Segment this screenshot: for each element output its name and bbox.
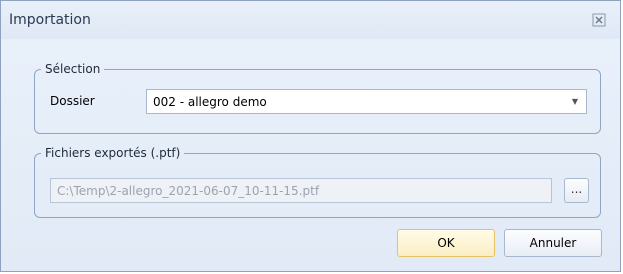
selection-legend: Sélection [45,62,101,76]
dialog-title: Importation [9,12,91,28]
import-dialog: Importation Sélection Dossier 002 - alle… [0,0,621,272]
browse-button[interactable]: ... [564,178,589,203]
cancel-button[interactable]: Annuler [504,229,602,257]
ok-button[interactable]: OK [397,229,495,257]
file-path-field[interactable]: C:\Temp\2-allegro_2021-06-07_10-11-15.pt… [50,178,552,203]
chevron-down-icon[interactable]: ▼ [572,97,578,106]
close-icon[interactable] [592,13,606,27]
file-path-value: C:\Temp\2-allegro_2021-06-07_10-11-15.pt… [57,184,320,198]
folder-select[interactable]: 002 - allegro demo ▼ [146,89,587,114]
folder-label: Dossier [50,94,95,108]
exported-files-legend: Fichiers exportés (.ptf) [45,146,181,160]
title-bar[interactable]: Importation [1,1,620,39]
folder-select-value: 002 - allegro demo [153,95,267,109]
